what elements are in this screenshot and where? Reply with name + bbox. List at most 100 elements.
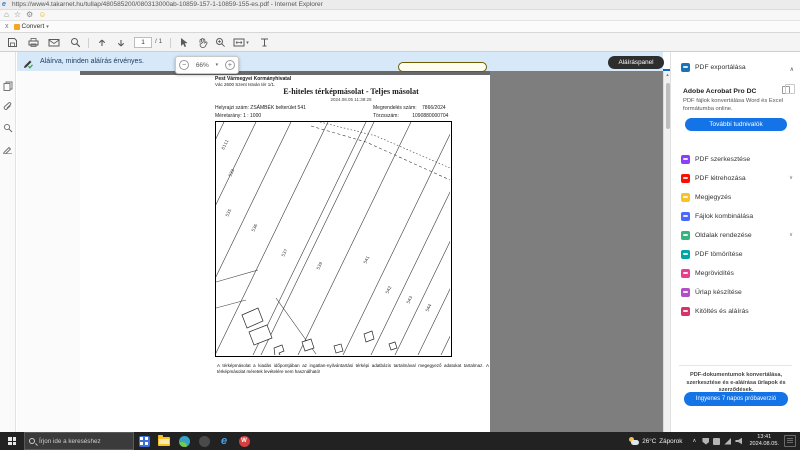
free-trial-button[interactable]: Ingyenes 7 napos próbaverzió [684, 392, 788, 406]
browser-addon-bar: x Convert ▾ [0, 21, 800, 33]
taskbar-app-internet-explorer[interactable]: e [214, 432, 234, 450]
tool-prepare-form[interactable]: Űrlap készítése [681, 285, 795, 299]
taskbar-search[interactable]: Írjon ide a kereséshez [24, 432, 134, 450]
tool-edit-pdf[interactable]: PDF szerkesztése [681, 152, 795, 166]
start-button[interactable] [0, 432, 24, 450]
taskbar-weather[interactable]: 26°C Záporok [629, 437, 682, 445]
prepare-form-icon [681, 288, 690, 297]
combine-files-icon [681, 212, 690, 221]
field-order-value: 7866/2024 [422, 105, 446, 111]
organize-pages-icon [681, 231, 690, 240]
taskbar-clock[interactable]: 13:41 2024.08.05. [749, 434, 779, 448]
previous-page-icon[interactable] [94, 36, 110, 49]
tool-shorten[interactable]: Megrövidítés [681, 266, 795, 280]
taskbar-app-calculator[interactable] [134, 432, 154, 450]
document-footer-note: A térképmásolat a kiadás időpontjában az… [217, 363, 489, 375]
save-icon[interactable] [4, 36, 20, 49]
search-placeholder: Írjon ide a kereséshez [39, 438, 101, 445]
taskbar-app-edge[interactable] [174, 432, 194, 450]
page-number-input[interactable]: 1 [134, 37, 152, 48]
edge-icon [179, 436, 190, 447]
tool-organize-pages[interactable]: Oldalak rendezése ∨ [681, 228, 795, 242]
reading-mode-icon[interactable] [256, 36, 272, 49]
taskbar-app-file-explorer[interactable] [154, 432, 174, 450]
cadastral-map: 0111 533 535 536 537 539 541 542 543 544 [215, 121, 452, 357]
taskbar-app-dark[interactable] [194, 432, 214, 450]
signature-panel-button[interactable]: Aláíráspanel [608, 56, 664, 69]
parcel-label: 536 [250, 223, 258, 233]
signature-valid-icon [23, 56, 35, 68]
print-icon[interactable] [25, 36, 41, 49]
clock-date: 2024.08.05. [749, 441, 779, 448]
zoom-level-value[interactable]: 66% [196, 62, 209, 69]
tool-compress-pdf[interactable]: PDF tömörítése [681, 247, 795, 261]
settings-gear-icon[interactable]: ⚙ [26, 10, 33, 20]
tool-comment[interactable]: Megjegyzés [681, 190, 795, 204]
parcel-label: 537 [280, 248, 288, 258]
security-shield-icon[interactable] [702, 438, 709, 445]
fill-sign-icon [681, 307, 690, 316]
chevron-up-icon[interactable]: ∧ [790, 66, 794, 73]
chevron-down-icon[interactable]: ▾ [216, 62, 219, 68]
onedrive-icon[interactable] [713, 438, 720, 445]
zoom-overlay: − 66% ▾ + [175, 56, 239, 74]
document-viewer[interactable]: Pest Vármegyei Kormányhivatal Vác 2600 S… [17, 71, 663, 432]
tray-expand-chevron-icon[interactable]: ∧ [692, 438, 696, 444]
hand-tool-icon[interactable] [194, 36, 210, 49]
tool-combine-files[interactable]: Fájlok kombinálása [681, 209, 795, 223]
fit-width-tool-icon[interactable]: ▾ [230, 36, 252, 49]
field-order-label: Megrendelés szám: [373, 105, 417, 111]
system-tray: 26°C Záporok ∧ 13:41 2024.08.05. [629, 432, 800, 450]
convert-menu[interactable]: Convert ▾ [14, 23, 49, 30]
find-icon[interactable] [2, 122, 14, 134]
create-pdf-icon [681, 174, 690, 183]
field-scale: Méretarány: 1 : 1000 [215, 113, 261, 119]
tools-panel: PDF exportálása ∧ Adobe Acrobat Pro DC P… [670, 52, 800, 432]
ie-favicon: e [2, 1, 9, 8]
select-tool-icon[interactable] [176, 36, 192, 49]
vertical-scrollbar[interactable]: ▲ [663, 71, 670, 432]
parcel-label: 541 [362, 255, 370, 265]
browser-titlebar: e https://www4.takarnet.hu/tullap/480585… [0, 0, 800, 10]
smiley-icon[interactable]: ☺ [38, 10, 46, 20]
email-icon[interactable] [46, 36, 62, 49]
signature-status-message: Aláírva, minden aláírás érvényes. [40, 58, 144, 65]
notification-center-icon[interactable] [784, 435, 796, 447]
field-scale-value: 1 : 1000 [243, 113, 261, 119]
addon-close-button[interactable]: x [5, 23, 9, 30]
browser-title-text: https://www4.takarnet.hu/tullap/48058520… [12, 1, 323, 8]
tool-fill-sign[interactable]: Kitöltés és aláírás [681, 304, 795, 318]
learn-more-button[interactable]: További tudnivalók [685, 118, 787, 131]
promo-heading: Adobe Acrobat Pro DC [683, 88, 756, 95]
tool-create-pdf[interactable]: PDF létrehozása ∨ [681, 171, 795, 185]
red-app-icon: W [239, 436, 250, 447]
convert-icon [14, 24, 20, 30]
signatures-pen-icon[interactable] [2, 143, 14, 155]
search-icon[interactable] [67, 36, 83, 49]
export-pdf-icon [681, 63, 690, 72]
field-order: Megrendelés szám: 7866/2024 [373, 105, 446, 111]
field-parcel-value: ZSÁMBÉK belterület 541 [250, 105, 306, 111]
zoom-in-tool-icon[interactable] [212, 36, 228, 49]
attachments-paperclip-icon[interactable] [2, 101, 14, 113]
network-icon[interactable] [724, 438, 731, 445]
search-icon [29, 438, 35, 444]
field-id-value: 1090880000704 [412, 113, 448, 119]
favorites-star-icon[interactable]: ☆ [14, 10, 21, 20]
next-page-icon[interactable] [113, 36, 129, 49]
toolbar-separator [170, 38, 171, 48]
signature-status-bar: Aláírva, minden aláírás érvényes. [17, 52, 663, 71]
taskbar: Írjon ide a kereséshez e W 26°C Záporok … [0, 432, 800, 450]
taskbar-app-red[interactable]: W [234, 432, 254, 450]
panel-divider [679, 365, 792, 366]
home-icon[interactable]: ⌂ [4, 10, 9, 20]
scrollbar-thumb[interactable] [666, 83, 670, 129]
chevron-down-icon[interactable]: ∨ [789, 175, 793, 181]
page-thumbnails-icon[interactable] [2, 80, 14, 92]
windows-logo-icon [8, 437, 16, 445]
zoom-out-button[interactable]: − [179, 60, 189, 70]
zoom-in-button[interactable]: + [225, 60, 235, 70]
volume-icon[interactable] [735, 438, 742, 445]
chevron-down-icon[interactable]: ∨ [789, 232, 793, 238]
tool-export-pdf[interactable]: PDF exportálása [681, 60, 795, 74]
